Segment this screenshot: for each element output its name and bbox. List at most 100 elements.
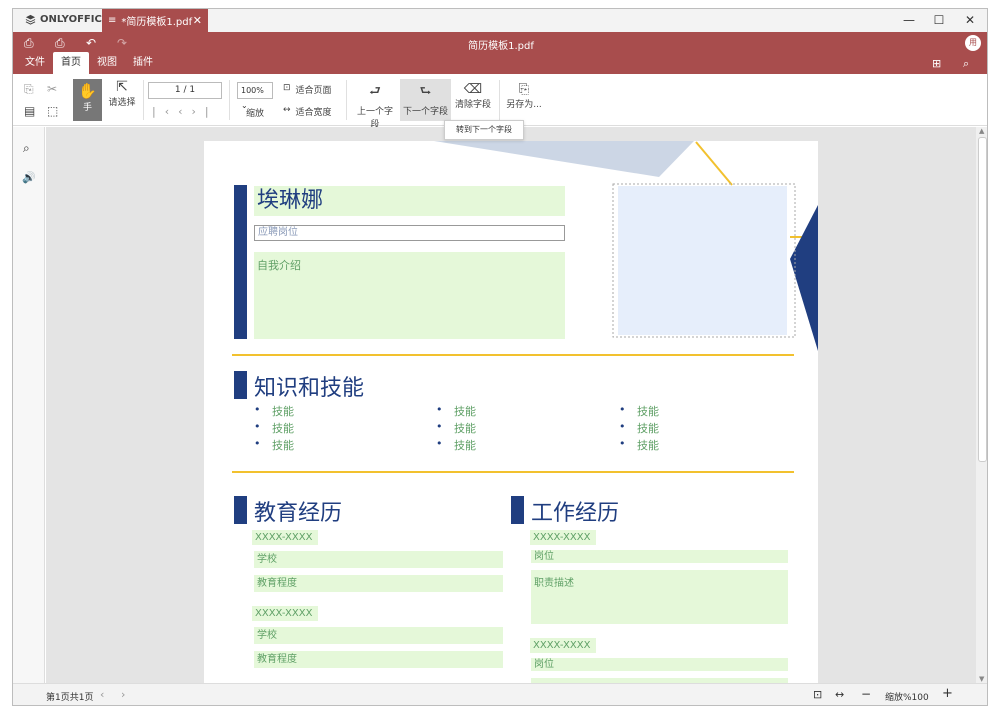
save-as-button[interactable]: ⎘ 另存为... xyxy=(505,82,543,110)
paste-icon[interactable]: ▤ xyxy=(24,104,35,118)
position-field[interactable]: 岗位 xyxy=(531,550,788,563)
work-accent-bar xyxy=(511,496,524,524)
skill-item[interactable]: 技能 xyxy=(619,437,659,453)
zoom-out-icon[interactable]: − xyxy=(861,687,871,701)
zoom-in-icon[interactable]: + xyxy=(942,686,953,701)
minimize-button[interactable]: — xyxy=(899,11,919,29)
speaker-icon[interactable]: 🔊 xyxy=(22,171,36,184)
maximize-button[interactable]: ☐ xyxy=(929,11,949,29)
work-heading: 工作经历 xyxy=(531,501,620,526)
hand-tool-button[interactable]: ✋ 手 xyxy=(73,79,102,121)
fit-page-icon: ⊡ xyxy=(283,83,291,93)
position-field[interactable]: 岗位 xyxy=(531,658,788,671)
work-years-field[interactable]: XXXX-XXXX xyxy=(530,530,596,545)
skill-item[interactable]: 技能 xyxy=(619,403,659,419)
skill-item[interactable]: 技能 xyxy=(436,403,476,419)
next-page-icon[interactable]: › xyxy=(121,688,125,701)
degree-field[interactable]: 教育程度 xyxy=(254,575,503,592)
tab-file[interactable]: 文件 xyxy=(17,52,53,74)
skills-heading: 知识和技能 xyxy=(254,376,365,401)
search-icon[interactable]: ⌕ xyxy=(963,57,969,71)
fit-width-icon: ↔ xyxy=(283,105,291,115)
job-field[interactable]: 应聘岗位 xyxy=(254,225,565,241)
clear-field-button[interactable]: ⌫ 清除字段 xyxy=(453,82,493,110)
save-as-icon: ⎘ xyxy=(518,82,530,97)
pdf-page: 埃琳娜 应聘岗位 自我介绍 知识和技能 技能 技能 技能 技能 技能 技能 技能… xyxy=(204,141,818,683)
fit-page-label: 适合页面 xyxy=(295,86,332,96)
open-location-icon[interactable]: ⊞ xyxy=(932,57,941,70)
photo-placeholder[interactable] xyxy=(618,186,787,335)
skills-accent-bar xyxy=(234,371,247,399)
vertical-scrollbar[interactable]: ▲ ▼ xyxy=(976,127,987,683)
menu-icon: ≡ xyxy=(108,15,117,26)
fit-page-status-icon[interactable]: ⊡ xyxy=(813,688,822,701)
search-panel-icon[interactable]: ⌕ xyxy=(23,141,30,156)
skill-item[interactable]: 技能 xyxy=(254,420,294,436)
education-years-field[interactable]: XXXX-XXXX xyxy=(252,530,318,545)
prev-field-button[interactable]: ⮐ 上一个字段 xyxy=(353,82,397,130)
scroll-down-icon[interactable]: ▼ xyxy=(979,675,984,683)
fit-width-button[interactable]: ↔ 适合宽度 xyxy=(283,105,332,118)
close-tab-icon[interactable]: ✕ xyxy=(193,14,202,27)
duties-field[interactable]: 职责描述 xyxy=(531,570,788,624)
divider-2 xyxy=(232,471,794,473)
tab-plugins[interactable]: 插件 xyxy=(125,52,161,74)
school-field[interactable]: 学校 xyxy=(254,551,503,568)
onlyoffice-logo-icon xyxy=(25,14,36,25)
zoom-label: 缩放 xyxy=(246,109,265,119)
divider-1 xyxy=(232,354,794,356)
zoom-select[interactable]: 100% ⌄ xyxy=(237,82,273,110)
left-panel: ⌕ 🔊 xyxy=(13,127,45,683)
skill-item[interactable]: 技能 xyxy=(436,437,476,453)
document-area: 埃琳娜 应聘岗位 自我介绍 知识和技能 技能 技能 技能 技能 技能 技能 技能… xyxy=(46,127,976,683)
copy-icon[interactable]: ⎘ xyxy=(24,82,34,97)
degree-field[interactable]: 教育程度 xyxy=(254,651,503,668)
next-field-tooltip: 转到下一个字段 xyxy=(444,120,524,140)
cursor-icon: ⇱ xyxy=(116,79,128,95)
skill-item[interactable]: 技能 xyxy=(254,437,294,453)
status-bar: 第1页共1页 ‹ › ⊡ ↔ − 缩放%100 + xyxy=(13,683,987,705)
clear-field-label: 清除字段 xyxy=(454,100,491,110)
school-field[interactable]: 学校 xyxy=(254,627,503,644)
next-field-button[interactable]: ⮑ 下一个字段 xyxy=(400,79,451,121)
document-title: 简历模板1.pdf xyxy=(468,41,534,52)
select-all-icon[interactable]: ⬚ xyxy=(47,104,58,118)
menu-tabs: 文件 首页 视图 插件 xyxy=(17,52,161,74)
education-years-field[interactable]: XXXX-XXXX xyxy=(252,606,318,621)
app-window: ONLYOFFICE ≡ *简历模板1.pdf ✕ — ☐ ✕ ⎙ ⎙ ↶ ↷ … xyxy=(12,8,988,706)
eraser-icon: ⌫ xyxy=(463,82,483,97)
fit-width-label: 适合宽度 xyxy=(295,108,332,118)
document-tab-title: *简历模板1.pdf xyxy=(121,17,193,28)
prev-page-icon[interactable]: ‹ xyxy=(100,688,104,701)
select-label: 请选择 xyxy=(108,98,136,108)
name-accent-bar xyxy=(234,185,247,339)
document-tab[interactable]: ≡ *简历模板1.pdf ✕ xyxy=(102,9,208,32)
zoom-value: 100% xyxy=(241,86,264,95)
page-navigation[interactable]: |‹‹›| xyxy=(152,105,218,118)
app-name: ONLYOFFICE xyxy=(40,14,109,25)
education-accent-bar xyxy=(234,496,247,524)
page-info: 第1页共1页 xyxy=(46,693,94,703)
intro-field[interactable]: 自我介绍 xyxy=(254,252,565,339)
close-window-button[interactable]: ✕ xyxy=(960,11,980,29)
skill-item[interactable]: 技能 xyxy=(254,403,294,419)
hand-icon: ✋ xyxy=(78,82,97,100)
skill-item[interactable]: 技能 xyxy=(619,420,659,436)
tab-view[interactable]: 视图 xyxy=(89,52,125,74)
user-avatar[interactable]: 用 xyxy=(965,35,981,51)
name-field[interactable]: 埃琳娜 xyxy=(254,186,565,216)
title-bar: ONLYOFFICE ≡ *简历模板1.pdf ✕ — ☐ ✕ xyxy=(13,9,987,32)
prev-field-icon: ⮐ xyxy=(369,84,381,99)
fit-width-status-icon[interactable]: ↔ xyxy=(835,688,844,701)
next-field-content: ⮑ 下一个字段 xyxy=(400,82,451,117)
scrollbar-thumb[interactable] xyxy=(978,137,987,462)
fit-page-button[interactable]: ⊡ 适合页面 xyxy=(283,83,332,96)
select-tool-button[interactable]: ⇱ 请选择 xyxy=(105,79,139,108)
tab-home[interactable]: 首页 xyxy=(53,52,89,74)
cut-icon[interactable]: ✂ xyxy=(47,82,57,96)
skill-item[interactable]: 技能 xyxy=(436,420,476,436)
next-field-icon: ⮑ xyxy=(419,84,432,99)
work-years-field[interactable]: XXXX-XXXX xyxy=(530,638,596,653)
page-number-input[interactable]: 1 / 1 xyxy=(148,82,222,99)
scroll-up-icon[interactable]: ▲ xyxy=(979,127,984,135)
